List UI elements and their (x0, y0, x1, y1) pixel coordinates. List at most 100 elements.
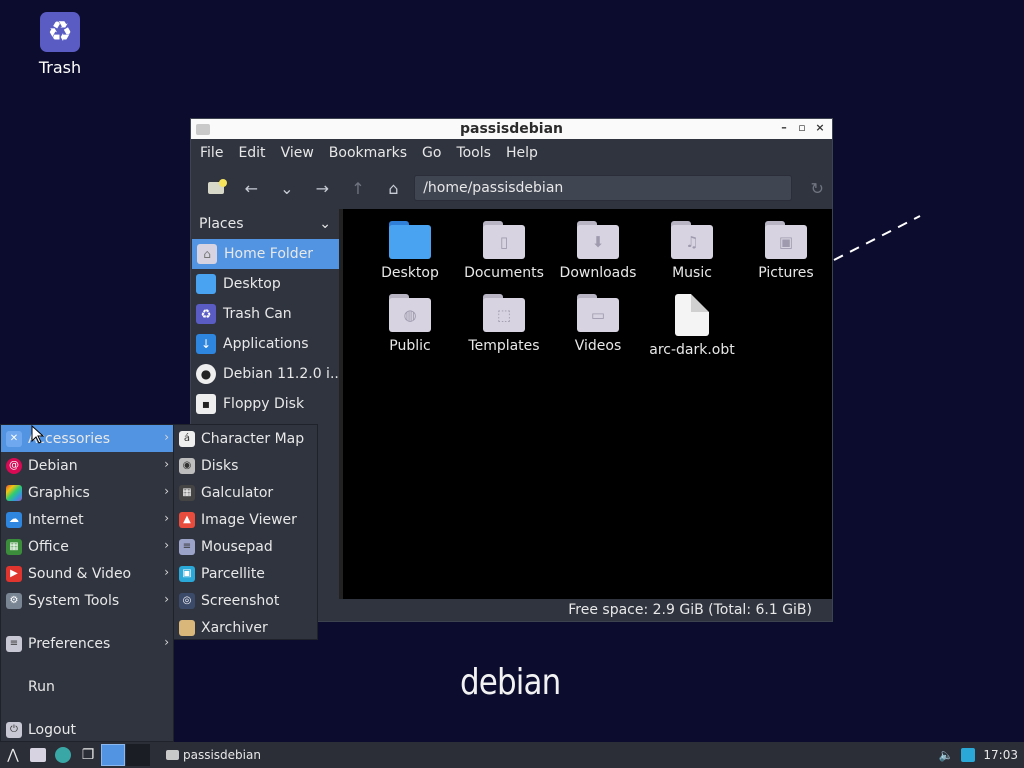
file-item-label: Templates (468, 338, 540, 354)
folder-icon (166, 750, 179, 760)
reload-button[interactable]: ↻ (802, 174, 832, 202)
file-item-templates[interactable]: ⬚ Templates (457, 294, 551, 359)
menu-tools[interactable]: Tools (456, 145, 498, 161)
menu-item-debian[interactable]: @ Debian › (1, 452, 173, 479)
forward-button[interactable]: → (308, 174, 338, 202)
mouse-cursor-icon (31, 425, 45, 444)
file-view[interactable]: Desktop ▯ Documents ⬇ Downloads ♫ Music … (343, 209, 832, 599)
launcher-browser[interactable] (51, 744, 75, 766)
file-item-label: Music (672, 265, 712, 281)
toolbar: ← ⌄ → ↑ ⌂ /home/passisdebian ↻ (191, 167, 832, 209)
sidebar-item-label: Floppy Disk (223, 396, 305, 412)
menu-item-office[interactable]: ▦ Office › (1, 533, 173, 560)
taskbar: ⋀ ❐ passisdebian 🔈 17:03 (0, 742, 1024, 768)
sidebar-item-floppy-disk[interactable]: ▪ Floppy Disk (191, 389, 339, 419)
menu-item-run[interactable]: Run (1, 673, 173, 700)
menu-view[interactable]: View (281, 145, 321, 161)
submenu-item-disks[interactable]: ◉ Disks (174, 452, 317, 479)
sidebar-item-applications[interactable]: ↓ Applications (191, 329, 339, 359)
menu-file[interactable]: File (200, 145, 230, 161)
logout-icon: ⏻ (6, 721, 22, 738)
debian-logo: debian (460, 662, 561, 703)
launcher-window-switcher[interactable]: ❐ (76, 744, 100, 766)
submenu-item-screenshot[interactable]: ◎ Screenshot (174, 587, 317, 614)
taskbar-task-passisdebian[interactable]: passisdebian (160, 743, 267, 767)
file-item-documents[interactable]: ▯ Documents (457, 221, 551, 286)
menu-help[interactable]: Help (506, 145, 545, 161)
new-window-button[interactable] (201, 174, 231, 202)
file-item-public[interactable]: ◍ Public (363, 294, 457, 359)
pictures-folder-icon: ▣ (765, 221, 807, 259)
chevron-right-icon: › (164, 484, 169, 498)
launcher-file-manager[interactable] (26, 744, 50, 766)
debian-swirl-decoration (833, 215, 921, 261)
disc-icon: ● (196, 364, 216, 384)
file-item-pictures[interactable]: ▣ Pictures (739, 221, 833, 286)
path-input[interactable]: /home/passisdebian (414, 175, 793, 201)
window-title: passisdebian (459, 121, 564, 137)
file-item-label: arc-dark.obt (649, 342, 735, 358)
clock[interactable]: 17:03 (983, 748, 1018, 762)
templates-folder-icon: ⬚ (483, 294, 525, 332)
file-item-music[interactable]: ♫ Music (645, 221, 739, 286)
menu-item-sound-video[interactable]: ▶ Sound & Video › (1, 560, 173, 587)
close-button[interactable]: × (814, 121, 826, 135)
submenu-item-galculator[interactable]: ▦ Galculator (174, 479, 317, 506)
back-button[interactable]: ← (237, 174, 267, 202)
charmap-icon: á (179, 430, 195, 447)
trash-icon: ♻ (40, 12, 80, 52)
desktop-1-button[interactable] (101, 744, 125, 766)
desktop-trash[interactable]: ♻ Trash (30, 12, 90, 77)
menu-item-accessories[interactable]: ✕ Accessories › (1, 425, 173, 452)
calculator-icon: ▦ (179, 484, 195, 501)
maximize-button[interactable]: ▫ (796, 121, 808, 135)
submenu-item-image-viewer[interactable]: ▲ Image Viewer (174, 506, 317, 533)
sidebar-item-trash-can[interactable]: ♻ Trash Can (191, 299, 339, 329)
submenu-item-character-map[interactable]: á Character Map (174, 425, 317, 452)
preferences-icon: ≡ (6, 635, 22, 652)
clipboard-tray-icon[interactable] (961, 748, 976, 762)
taskbar-task-label: passisdebian (183, 748, 261, 762)
system-tools-icon: ⚙ (6, 592, 22, 609)
desktop-2-button[interactable] (126, 744, 150, 766)
places-header[interactable]: Places ⌄ (191, 209, 339, 239)
up-button[interactable]: ↑ (343, 174, 373, 202)
menu-item-internet[interactable]: ☁ Internet › (1, 506, 173, 533)
menu-go[interactable]: Go (422, 145, 448, 161)
file-item-downloads[interactable]: ⬇ Downloads (551, 221, 645, 286)
file-item-arc-dark-obt[interactable]: arc-dark.obt (645, 294, 739, 359)
sidebar-item-home-folder[interactable]: ⌂ Home Folder (192, 239, 339, 269)
menu-item-system-tools[interactable]: ⚙ System Tools › (1, 587, 173, 614)
windows-icon: ❐ (81, 747, 95, 763)
menu-item-graphics[interactable]: Graphics › (1, 479, 173, 506)
sidebar-item-desktop[interactable]: Desktop (191, 269, 339, 299)
file-item-label: Public (389, 338, 431, 354)
menu-edit[interactable]: Edit (238, 145, 272, 161)
menu-bookmarks[interactable]: Bookmarks (329, 145, 414, 161)
floppy-icon: ▪ (196, 394, 216, 414)
chevron-right-icon: › (164, 430, 169, 444)
sound-video-icon: ▶ (6, 565, 22, 582)
trash-icon: ♻ (196, 304, 216, 324)
history-dropdown-button[interactable]: ⌄ (272, 174, 302, 202)
sidebar-item-label: Trash Can (223, 306, 292, 322)
videos-folder-icon: ▭ (577, 294, 619, 332)
submenu-item-label: Parcellite (201, 565, 265, 582)
volume-icon[interactable]: 🔈 (938, 748, 953, 762)
home-button[interactable]: ⌂ (379, 174, 409, 202)
file-item-videos[interactable]: ▭ Videos (551, 294, 645, 359)
file-item-label: Pictures (758, 265, 814, 281)
file-icon (675, 294, 709, 336)
menu-item-logout[interactable]: ⏻ Logout (1, 716, 173, 743)
start-menu-button[interactable]: ⋀ (1, 744, 25, 766)
music-folder-icon: ♫ (671, 221, 713, 259)
submenu-item-xarchiver[interactable]: Xarchiver (174, 614, 317, 641)
submenu-item-parcellite[interactable]: ▣ Parcellite (174, 560, 317, 587)
window-titlebar[interactable]: passisdebian – ▫ × (191, 119, 832, 139)
graphics-icon (6, 484, 22, 501)
minimize-button[interactable]: – (778, 121, 790, 135)
submenu-item-mousepad[interactable]: ≡ Mousepad (174, 533, 317, 560)
file-item-desktop[interactable]: Desktop (363, 221, 457, 286)
sidebar-item-debian-disc[interactable]: ● Debian 11.2.0 i... (191, 359, 339, 389)
menu-item-preferences[interactable]: ≡ Preferences › (1, 630, 173, 657)
